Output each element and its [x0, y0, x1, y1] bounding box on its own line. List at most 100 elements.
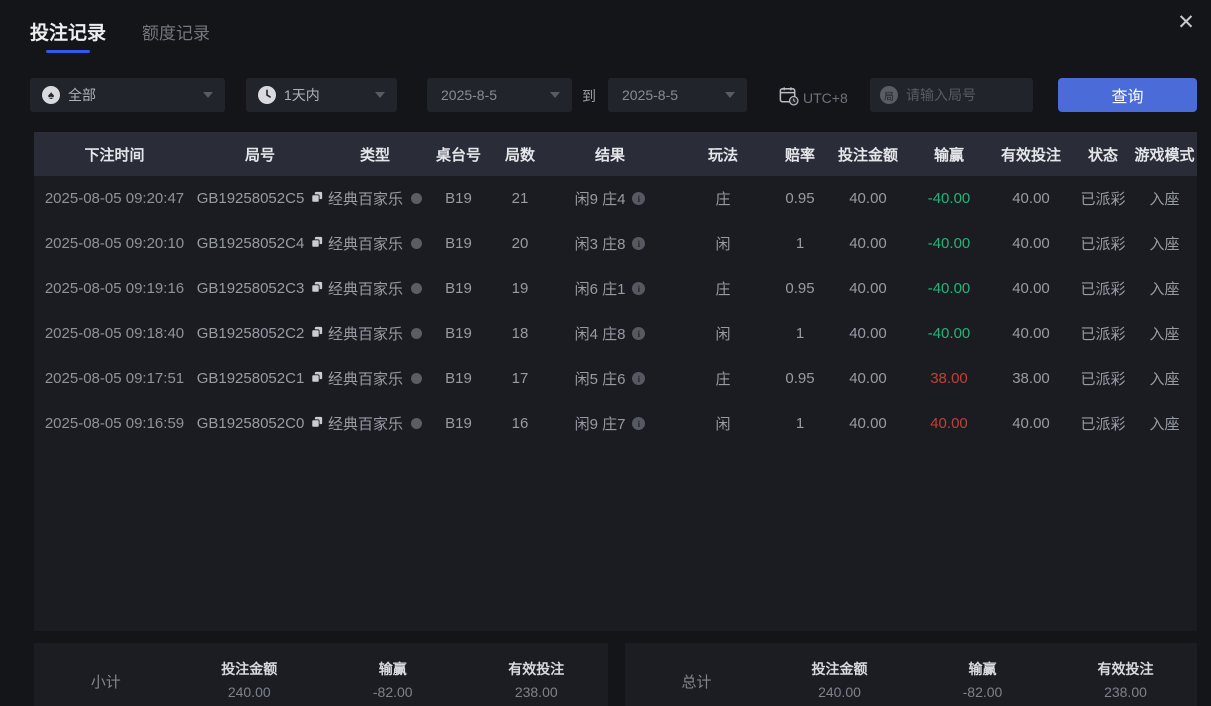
cell-win-loss: 40.00 — [930, 415, 968, 432]
round-search-input[interactable] — [906, 87, 1016, 103]
stat-label: 有效投注 — [1097, 661, 1154, 677]
round-search-field: 局 — [870, 78, 1033, 112]
info-icon[interactable]: i — [632, 237, 646, 250]
copy-icon[interactable] — [311, 280, 323, 297]
cell-status: 已派彩 — [1080, 326, 1126, 343]
cell-win-loss: -40.00 — [927, 235, 971, 252]
cell-odds: 1 — [795, 235, 805, 252]
cell-bet-amount: 40.00 — [849, 190, 887, 207]
cell-bet-time: 2025-08-05 09:17:51 — [44, 370, 185, 387]
subtotal-winloss-stat: 输赢 -82.00 — [321, 659, 465, 700]
betting-records-table: 下注时间 局号 类型 桌台号 局数 结果 玩法 赔率 投注金额 输赢 有效投注 … — [34, 132, 1197, 631]
cell-table-no: B19 — [445, 325, 472, 342]
tab-betting-records[interactable]: 投注记录 — [30, 18, 106, 57]
copy-icon[interactable] — [311, 370, 323, 387]
time-range-select[interactable]: 1天内 — [246, 78, 397, 112]
to-label: 到 — [582, 88, 596, 104]
info-icon[interactable]: i — [632, 192, 646, 205]
cell-valid-bet: 40.00 — [1012, 280, 1050, 297]
col-round-id: 局号 — [244, 146, 275, 164]
cell-result: 闲4 庄8 i — [548, 323, 672, 344]
game-type-value: 全部 — [68, 87, 96, 103]
col-game-mode: 游戏模式 — [1134, 146, 1195, 164]
cell-play: 闲 — [715, 416, 731, 433]
total-validbet-stat: 有效投注 238.00 — [1054, 659, 1197, 700]
round-number-icon: 局 — [880, 86, 898, 104]
total-winloss-stat: 输赢 -82.00 — [911, 659, 1054, 700]
cell-status: 已派彩 — [1080, 281, 1126, 298]
cell-odds: 1 — [795, 325, 805, 342]
col-result: 结果 — [594, 146, 625, 164]
cell-table-no: B19 — [445, 370, 472, 387]
close-icon[interactable]: ✕ — [1171, 8, 1201, 38]
col-odds: 赔率 — [784, 146, 815, 164]
cell-type: 经典百家乐 — [325, 413, 425, 434]
cell-type: 经典百家乐 — [325, 233, 425, 254]
cell-game-mode: 入座 — [1149, 416, 1180, 433]
stat-value: 240.00 — [227, 684, 271, 700]
cell-result: 闲6 庄1 i — [548, 278, 672, 299]
cell-odds: 0.95 — [785, 370, 815, 387]
cell-bet-time: 2025-08-05 09:19:16 — [44, 280, 185, 297]
chevron-down-icon — [203, 92, 213, 98]
cell-status: 已派彩 — [1080, 236, 1126, 253]
stat-value: 240.00 — [818, 684, 861, 700]
cell-game-mode: 入座 — [1149, 281, 1180, 298]
tab-bar: 投注记录 额度记录 — [30, 18, 210, 57]
tab-betting-records-label: 投注记录 — [30, 23, 107, 44]
table-row: 2025-08-05 09:20:10 GB19258052C4 经典百家乐 B… — [34, 221, 1197, 266]
cell-game-mode: 入座 — [1149, 371, 1180, 388]
cell-bet-time: 2025-08-05 09:16:59 — [44, 415, 185, 432]
total-bet-stat: 投注金额 240.00 — [768, 659, 911, 700]
date-from-select[interactable]: 2025-8-5 — [427, 78, 572, 112]
chevron-down-icon — [725, 92, 735, 98]
col-play: 玩法 — [707, 146, 738, 164]
game-dot-icon — [411, 328, 422, 339]
cell-play: 庄 — [715, 191, 731, 208]
col-status: 状态 — [1087, 146, 1118, 164]
stat-label: 投注金额 — [811, 661, 868, 677]
cell-valid-bet: 38.00 — [1012, 370, 1050, 387]
betting-records-modal: 投注记录 额度记录 ✕ ♠ 全部 1天内 2025-8-5 到 2025-8-5 — [0, 0, 1211, 706]
stat-value: 238.00 — [514, 684, 558, 700]
subtotal-validbet-stat: 有效投注 238.00 — [465, 659, 609, 700]
table-body: 2025-08-05 09:20:47 GB19258052C5 经典百家乐 B… — [34, 176, 1197, 631]
cell-result: 闲5 庄6 i — [548, 368, 672, 389]
cell-win-loss: -40.00 — [927, 190, 971, 207]
cell-valid-bet: 40.00 — [1012, 415, 1050, 432]
cell-type: 经典百家乐 — [325, 323, 425, 344]
stat-value: -82.00 — [962, 684, 1003, 700]
copy-icon[interactable] — [311, 325, 323, 342]
time-range-value: 1天内 — [284, 87, 320, 103]
cell-round-id: GB19258052C0 — [195, 415, 325, 432]
date-from-value: 2025-8-5 — [441, 87, 498, 103]
col-table-no: 桌台号 — [435, 146, 481, 164]
cell-round: 20 — [511, 235, 529, 252]
cell-bet-amount: 40.00 — [849, 280, 887, 297]
cell-result: 闲3 庄8 i — [548, 233, 672, 254]
cell-round-id: GB19258052C5 — [195, 190, 325, 207]
cell-win-loss: -40.00 — [927, 325, 971, 342]
date-to-select[interactable]: 2025-8-5 — [608, 78, 747, 112]
cell-win-loss: 38.00 — [930, 370, 968, 387]
cell-table-no: B19 — [445, 235, 472, 252]
tab-quota-records[interactable]: 额度记录 — [142, 19, 210, 44]
game-type-select[interactable]: ♠ 全部 — [30, 78, 225, 112]
info-icon[interactable]: i — [632, 417, 646, 430]
cell-odds: 1 — [795, 415, 805, 432]
chevron-down-icon — [375, 92, 385, 98]
total-label: 总计 — [681, 674, 712, 691]
copy-icon[interactable] — [311, 190, 323, 207]
info-icon[interactable]: i — [632, 327, 646, 340]
info-icon[interactable]: i — [632, 282, 646, 295]
calendar-clock-icon — [778, 85, 799, 111]
query-button[interactable]: 查询 — [1058, 78, 1197, 112]
copy-icon[interactable] — [311, 235, 323, 252]
info-icon[interactable]: i — [632, 372, 646, 385]
cell-type: 经典百家乐 — [325, 188, 425, 209]
stat-label: 输赢 — [968, 661, 997, 677]
cell-play: 庄 — [715, 371, 731, 388]
clock-icon — [258, 86, 276, 104]
copy-icon[interactable] — [311, 415, 323, 432]
cell-bet-time: 2025-08-05 09:18:40 — [44, 325, 185, 342]
